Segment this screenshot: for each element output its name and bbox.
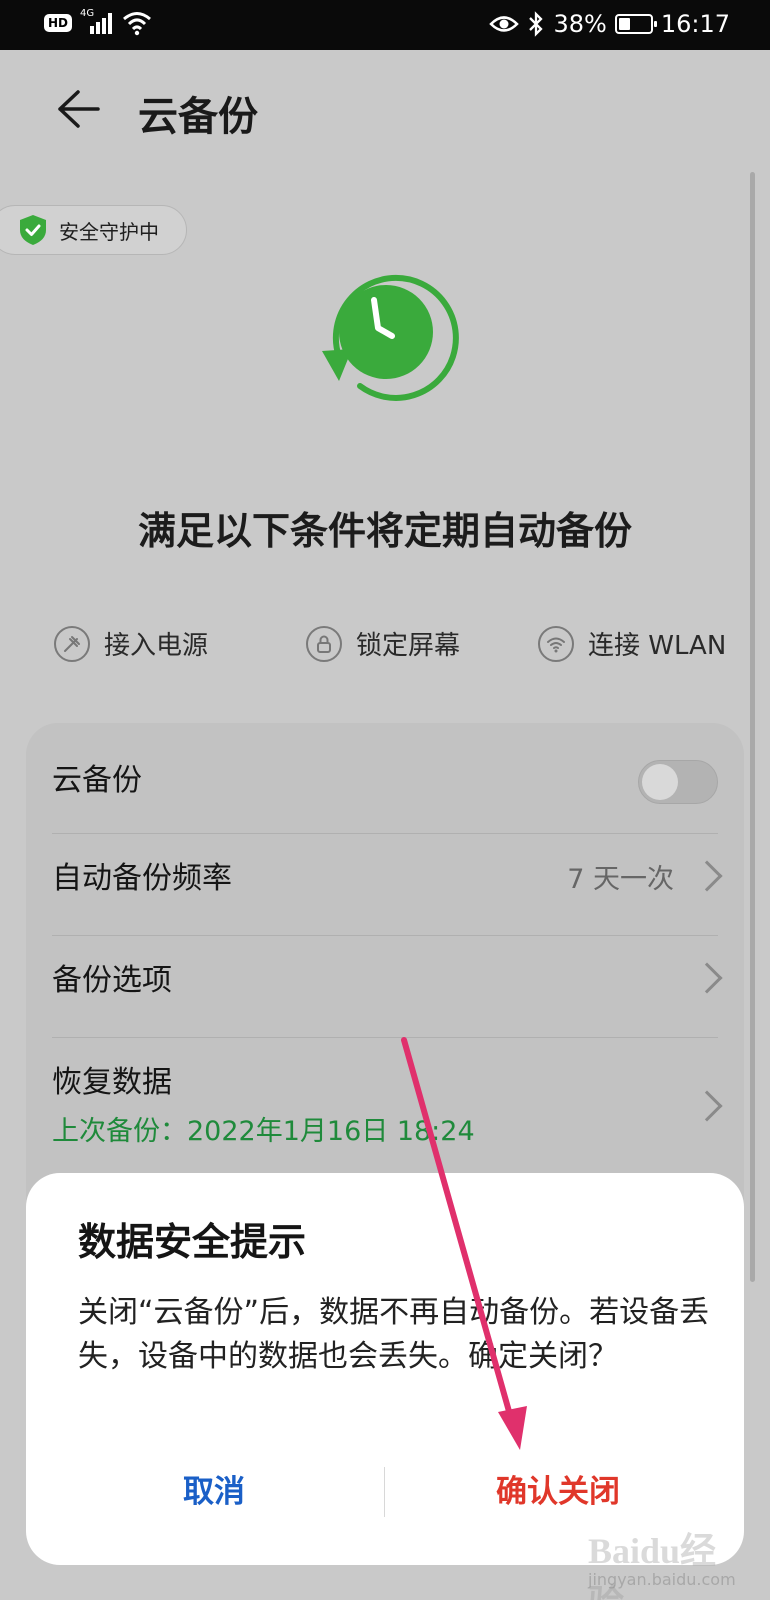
cancel-button[interactable]: 取消 xyxy=(64,1463,364,1521)
baidu-watermark: Baidu经验 jingyan.baidu.com xyxy=(588,1518,738,1600)
bluetooth-icon xyxy=(529,11,544,37)
power-plug-icon xyxy=(54,625,90,662)
condition-wlan: 连接 WLAN xyxy=(538,625,726,662)
divider xyxy=(52,1037,718,1038)
condition-lock-label: 锁定屏幕 xyxy=(356,631,461,661)
dialog-message: 关闭“云备份”后，数据不再自动备份。若设备丢失，设备中的数据也会丢失。确定关闭？ xyxy=(78,1295,710,1374)
page-title: 云备份 xyxy=(138,94,258,140)
confirm-close-button[interactable]: 确认关闭 xyxy=(408,1463,708,1521)
network-type-label: 4G xyxy=(80,8,95,19)
app-header: 云备份 xyxy=(0,50,770,170)
condition-power-label: 接入电源 xyxy=(104,631,209,661)
backup-frequency-row[interactable]: 自动备份频率 7 天一次 xyxy=(52,853,723,913)
watermark-url: jingyan.baidu.com xyxy=(588,1570,736,1589)
battery-fill xyxy=(618,18,631,30)
divider xyxy=(52,935,718,936)
battery-percent: 38% xyxy=(553,10,607,38)
dialog-button-divider xyxy=(384,1467,385,1517)
cloud-backup-toggle[interactable] xyxy=(638,760,718,804)
restore-data-row[interactable]: 恢复数据 上次备份：2022年1月16日 18:24 xyxy=(52,1057,723,1167)
condition-lock: 锁定屏幕 xyxy=(306,625,460,662)
clock: 16:17 xyxy=(660,10,730,38)
hd-badge: HD xyxy=(44,14,73,32)
back-arrow-icon[interactable] xyxy=(54,86,100,132)
dialog-title: 数据安全提示 xyxy=(78,1220,307,1264)
backup-frequency-value: 7 天一次 xyxy=(567,864,674,895)
backup-options-row[interactable]: 备份选项 xyxy=(52,955,723,1015)
shield-check-icon xyxy=(20,215,46,245)
eye-comfort-icon xyxy=(489,16,520,32)
status-right: 38% 16:17 xyxy=(489,10,730,38)
wifi-signal-icon xyxy=(123,12,151,36)
divider xyxy=(52,833,718,834)
battery-icon xyxy=(614,14,657,34)
backup-options-label: 备份选项 xyxy=(52,963,172,998)
cloud-backup-label: 云备份 xyxy=(52,763,142,798)
condition-wlan-label: 连接 WLAN xyxy=(588,631,727,661)
status-left: HD 4G xyxy=(44,8,152,36)
scrollbar[interactable] xyxy=(750,172,755,1282)
wifi-icon xyxy=(538,625,574,662)
security-chip-label: 安全守护中 xyxy=(59,219,159,244)
condition-power: 接入电源 xyxy=(54,625,208,662)
lock-icon xyxy=(306,625,342,662)
cellular-signal-icon: 4G xyxy=(80,8,114,36)
toggle-knob xyxy=(642,764,678,800)
status-bar: HD 4G 38% 16:17 xyxy=(0,0,770,50)
restore-data-label: 恢复数据 xyxy=(52,1065,172,1100)
conditions-title: 满足以下条件将定期自动备份 xyxy=(137,509,632,553)
security-protection-chip[interactable]: 安全守护中 xyxy=(0,205,187,255)
last-backup-time: 上次备份：2022年1月16日 18:24 xyxy=(52,1116,475,1147)
cloud-backup-clock-icon xyxy=(322,274,459,401)
settings-card: 云备份 自动备份频率 7 天一次 备份选项 恢复数据 上次备份：2022年1月1… xyxy=(26,723,744,1243)
data-safety-dialog: 数据安全提示 关闭“云备份”后，数据不再自动备份。若设备丢失，设备中的数据也会丢… xyxy=(26,1173,744,1565)
cloud-backup-row[interactable]: 云备份 xyxy=(52,755,718,810)
